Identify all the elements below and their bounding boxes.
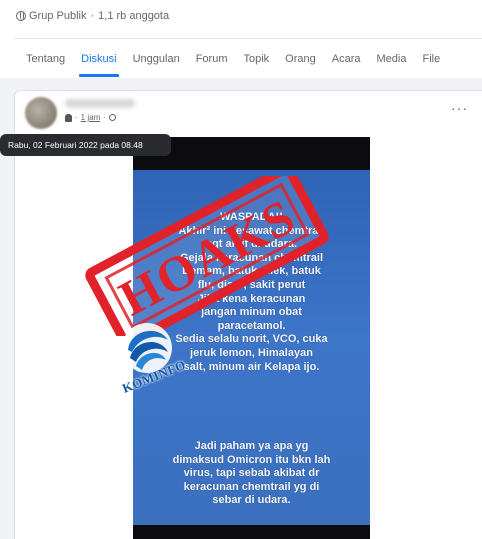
message-line: virus, tapi sebab akibat dr	[183, 467, 320, 480]
timestamp-tooltip: Rabu, 02 Februari 2022 pada 08.48	[0, 134, 171, 156]
header-divider	[14, 38, 482, 39]
message-line: Jadi paham ya apa yg	[194, 440, 309, 452]
message-line: flu, diare, sakit perut	[197, 278, 306, 291]
message-bottom: Jadi paham ya apa yg dimaksud Omicron it…	[139, 440, 364, 508]
message-line: Jika kena keracunan	[197, 292, 306, 305]
tab-topik[interactable]: Topik	[235, 41, 277, 77]
group-member-count: 1,1 rb anggota	[98, 10, 170, 22]
meta-dot: ·	[75, 113, 78, 122]
message-line: keracunan chemtrail yg di	[183, 480, 320, 493]
avatar[interactable]	[25, 97, 57, 129]
group-privacy: Grup Publik	[29, 10, 87, 22]
globe-icon	[108, 114, 116, 121]
message-line: dimaksud Omicron itu bkn lah	[172, 453, 331, 466]
group-tabs: Tentang Diskusi Unggulan Forum Topik Ora…	[14, 41, 448, 77]
tab-unggulan[interactable]: Unggulan	[125, 41, 188, 77]
tab-forum[interactable]: Forum	[188, 41, 236, 77]
more-options-button[interactable]: ···	[451, 101, 468, 115]
message-line: Demam, batuk pilek, batuk	[182, 265, 321, 278]
message-line: WASPADA!!	[220, 211, 283, 223]
tab-orang[interactable]: Orang	[277, 41, 324, 77]
post-timestamp-link[interactable]: 1 jam	[81, 113, 101, 122]
message-line: sgt aktif di udara.	[205, 238, 298, 251]
author-name-blurred[interactable]	[65, 99, 135, 108]
tab-acara[interactable]: Acara	[324, 41, 369, 77]
message-line: Gejala keracunan chemtrail	[179, 251, 324, 264]
tab-tentang[interactable]: Tentang	[14, 41, 73, 77]
tab-file[interactable]: File	[414, 41, 448, 77]
tab-media[interactable]: Media	[369, 41, 415, 77]
globe-icon	[16, 11, 26, 21]
group-meta: Grup Publik · 1,1 rb anggota	[16, 10, 169, 22]
post-meta: · 1 jam ·	[65, 113, 116, 122]
message-line: sebar di udara.	[212, 494, 291, 507]
message-line: Akhir² ini pesawat chemtrail	[178, 224, 325, 237]
tab-diskusi[interactable]: Diskusi	[73, 41, 124, 77]
meta-dot: ·	[103, 113, 106, 122]
meta-separator: ·	[90, 10, 95, 22]
person-icon	[65, 113, 72, 122]
